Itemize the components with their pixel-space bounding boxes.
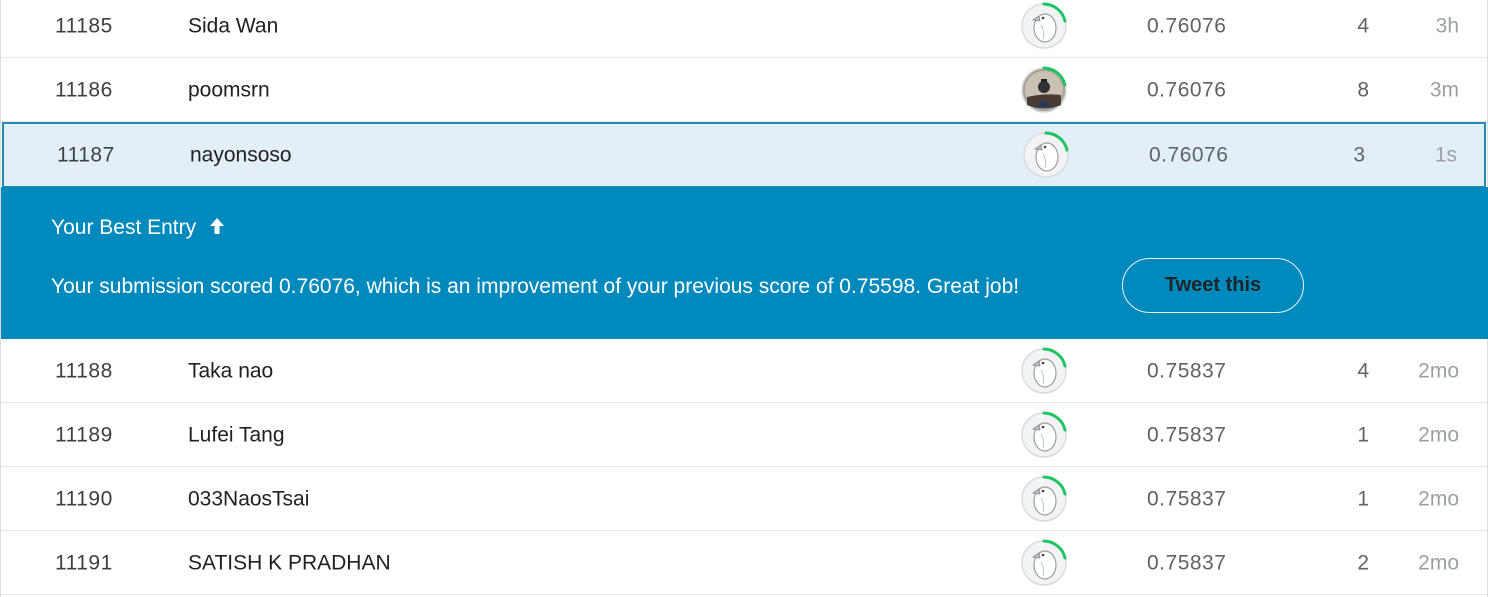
banner-title: Your Best Entry: [51, 216, 226, 242]
goose-avatar-icon[interactable]: [1021, 130, 1071, 180]
leaderboard-row[interactable]: 11190 033NaosTsai 0.75837 1 2mo: [1, 467, 1487, 531]
last-submission: 2mo: [1418, 423, 1459, 446]
goose-avatar-icon[interactable]: [1019, 346, 1069, 396]
entries-count: 3: [1353, 143, 1365, 167]
rank: 11188: [55, 359, 113, 382]
entries-count: 2: [1357, 551, 1369, 574]
rank: 11186: [55, 78, 113, 101]
tweet-this-button[interactable]: Tweet this: [1122, 258, 1304, 313]
entries-count: 8: [1357, 78, 1369, 101]
leaderboard-row[interactable]: 11189 Lufei Tang 0.75837 1 2mo: [1, 403, 1487, 467]
banner-title-text: Your Best Entry: [51, 216, 197, 239]
leaderboard-row[interactable]: 11188 Taka nao 0.75837 4 2mo: [1, 339, 1487, 403]
last-submission: 1s: [1434, 143, 1457, 167]
score: 0.75837: [1147, 487, 1227, 510]
team-name[interactable]: Sida Wan: [188, 15, 278, 36]
goose-avatar-icon[interactable]: [1019, 474, 1069, 524]
goose-avatar-icon[interactable]: [1019, 410, 1069, 460]
leaderboard-row[interactable]: 11191 SATISH K PRADHAN 0.75837 2 2mo: [1, 531, 1487, 595]
rank: 11187: [57, 143, 115, 167]
rank: 11185: [55, 14, 113, 37]
last-submission: 3m: [1429, 78, 1459, 101]
score: 0.75837: [1147, 359, 1227, 382]
banner-message: Your submission scored 0.76076, which is…: [51, 275, 1020, 298]
score: 0.76076: [1149, 143, 1229, 167]
entries-count: 1: [1357, 487, 1369, 510]
entries-count: 1: [1357, 423, 1369, 446]
rank: 11191: [55, 551, 113, 574]
leaderboard-row[interactable]: 11185 Sida Wan 0.76076 4 3h: [1, 0, 1487, 58]
leaderboard: 11185 Sida Wan 0.76076 4 3h 11186 poomsr…: [0, 0, 1488, 597]
leaderboard-row[interactable]: 11186 poomsrn 0.76076 8 3m: [1, 58, 1487, 122]
last-submission: 2mo: [1418, 487, 1459, 510]
user-photo-avatar[interactable]: [1019, 65, 1069, 115]
score: 0.76076: [1147, 78, 1227, 101]
team-name[interactable]: SATISH K PRADHAN: [188, 552, 391, 573]
entries-count: 4: [1357, 14, 1369, 37]
arrow-up-icon: [208, 216, 226, 242]
goose-avatar-icon[interactable]: [1019, 1, 1069, 51]
last-submission: 2mo: [1418, 551, 1459, 574]
team-name[interactable]: poomsrn: [188, 79, 270, 100]
team-name[interactable]: nayonsoso: [190, 145, 292, 166]
leaderboard-row-current-user[interactable]: 11187 nayonsoso 0.76076 3 1s: [2, 122, 1486, 188]
last-submission: 3h: [1435, 14, 1459, 37]
team-name[interactable]: 033NaosTsai: [188, 488, 309, 509]
entries-count: 4: [1357, 359, 1369, 382]
score: 0.75837: [1147, 551, 1227, 574]
score: 0.76076: [1147, 14, 1227, 37]
team-name[interactable]: Taka nao: [188, 360, 273, 381]
rank: 11189: [55, 423, 113, 446]
rank: 11190: [55, 487, 113, 510]
score: 0.75837: [1147, 423, 1227, 446]
goose-avatar-icon[interactable]: [1019, 538, 1069, 588]
last-submission: 2mo: [1418, 359, 1459, 382]
team-name[interactable]: Lufei Tang: [188, 424, 285, 445]
